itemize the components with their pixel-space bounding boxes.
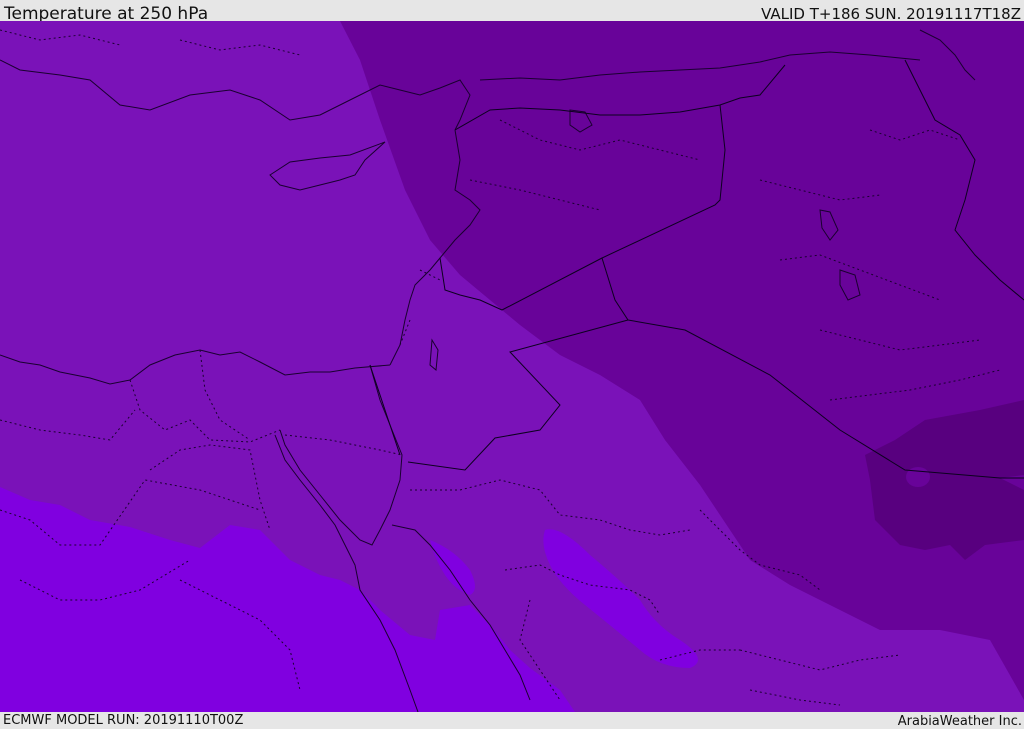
header-bar: Temperature at 250 hPa VALID T+186 SUN. … <box>0 0 1024 24</box>
model-run: ECMWF MODEL RUN: 20191110T00Z <box>3 713 244 728</box>
temperature-map <box>0 21 1024 712</box>
brand-credit: ArabiaWeather Inc. <box>897 714 1022 729</box>
footer-bar: ECMWF MODEL RUN: 20191110T00Z ArabiaWeat… <box>0 712 1024 729</box>
